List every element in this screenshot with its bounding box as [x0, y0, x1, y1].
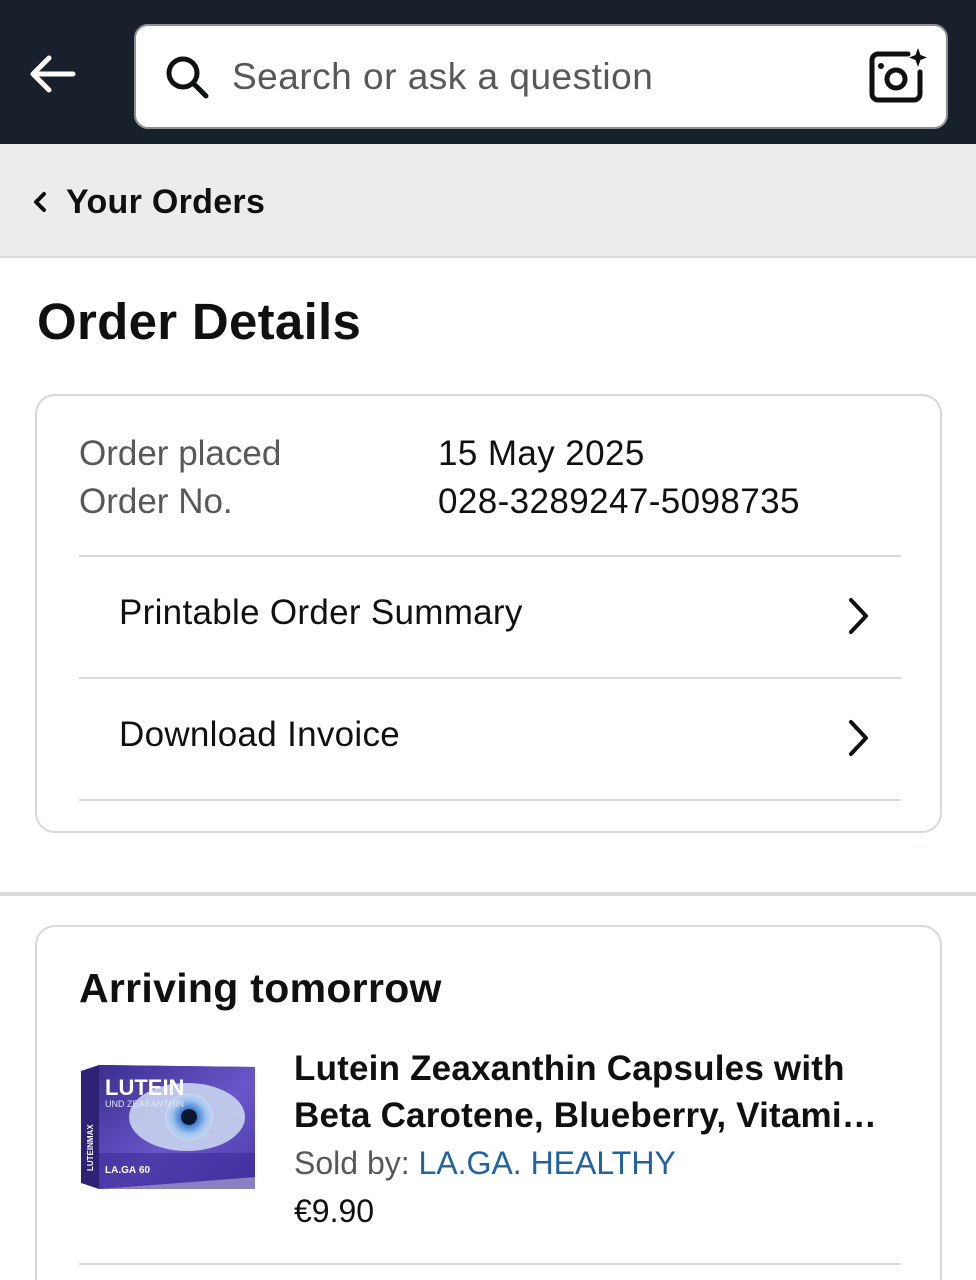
breadcrumb-bar: Your Orders: [0, 144, 976, 258]
order-placed-value: 15 May 2025: [438, 434, 645, 473]
product-sub-text: UND ZEAXANTHIN: [105, 1099, 184, 1109]
search-bar[interactable]: [134, 24, 948, 129]
breadcrumb-your-orders[interactable]: Your Orders: [30, 174, 265, 230]
product-count-text: 60: [139, 1165, 151, 1176]
section-separator: [0, 892, 976, 896]
order-placed-label: Order placed: [79, 434, 282, 473]
product-side-text: LUTEINMAX: [86, 1124, 95, 1171]
sold-by-row: Sold by: LA.GA. HEALTHY: [294, 1145, 676, 1182]
seller-link[interactable]: LA.GA. HEALTHY: [419, 1145, 676, 1181]
printable-order-summary-label: Printable Order Summary: [119, 593, 523, 632]
camera-sparkle-icon: [869, 48, 927, 103]
product-image[interactable]: LUTEIN UND ZEAXANTHIN LUTEINMAX LA.GA 60: [77, 1061, 257, 1195]
order-info-card: Order placed 15 May 2025 Order No. 028-3…: [35, 394, 942, 833]
divider: [79, 799, 901, 801]
product-box-image: LUTEIN UND ZEAXANTHIN LUTEINMAX LA.GA 60: [81, 1065, 255, 1189]
chevron-right-icon: [849, 720, 868, 756]
product-price: €9.90: [294, 1193, 375, 1229]
page-title: Order Details: [37, 293, 362, 350]
top-bar: [0, 0, 976, 144]
search-icon: [166, 56, 209, 99]
order-number-value: 028-3289247-5098735: [438, 482, 800, 521]
printable-order-summary-link[interactable]: Printable Order Summary: [79, 557, 901, 677]
back-arrow-icon: [30, 55, 76, 93]
camera-search-button[interactable]: [866, 44, 930, 108]
product-title-line-2: Beta Carotene, Blueberry, Vitamin A and …: [294, 1096, 894, 1135]
order-number-label: Order No.: [79, 482, 233, 521]
product-brand-text: LUTEIN: [105, 1075, 184, 1100]
back-button[interactable]: [22, 44, 82, 104]
product-title-line-1: Lutein Zeaxanthin Capsules with: [294, 1049, 845, 1088]
divider: [79, 1263, 901, 1265]
download-invoice-label: Download Invoice: [119, 715, 401, 754]
product-title-link[interactable]: Lutein Zeaxanthin Capsules with Beta Car…: [294, 1045, 894, 1139]
delivery-status: Arriving tomorrow: [79, 965, 442, 1011]
sold-by-label: Sold by:: [294, 1145, 419, 1181]
shipment-card: Arriving tomorrow LUTEIN UND ZEAXANTHIN …: [35, 925, 942, 1280]
chevron-left-icon: [34, 192, 46, 212]
search-input[interactable]: [232, 46, 852, 108]
breadcrumb-label: Your Orders: [66, 182, 266, 221]
download-invoice-link[interactable]: Download Invoice: [79, 679, 901, 799]
product-maker-text: LA.GA: [105, 1165, 136, 1176]
chevron-right-icon: [849, 598, 868, 634]
